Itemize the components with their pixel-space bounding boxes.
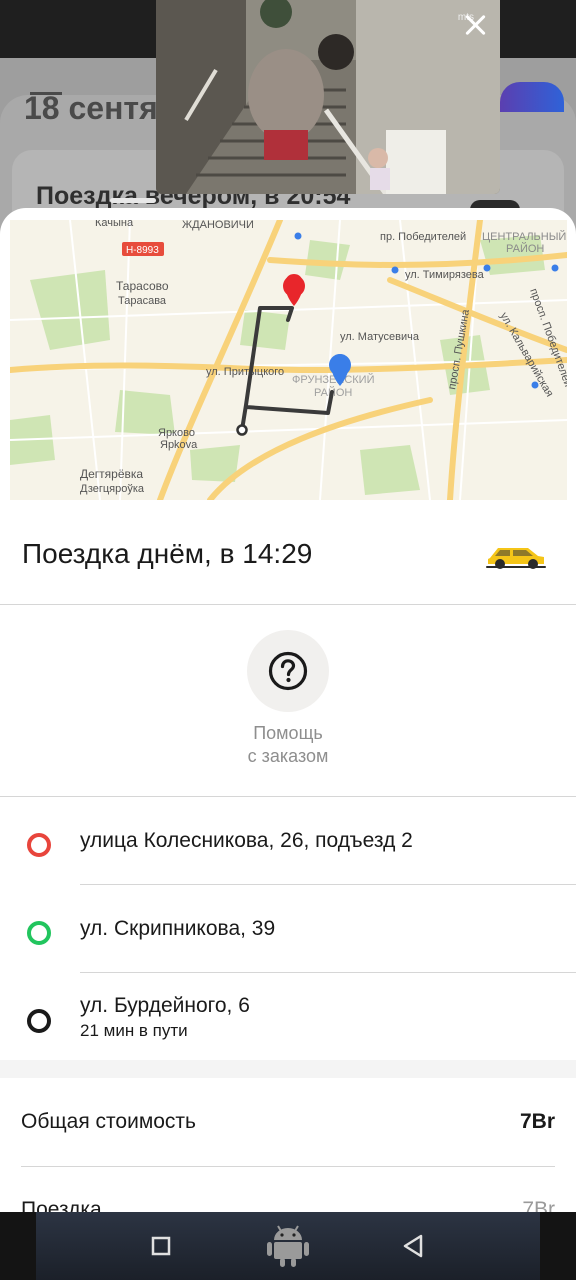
- map-label-tarasava: Тарасава: [118, 295, 167, 307]
- ride-cost-value: 7Br: [522, 1198, 555, 1212]
- map-label-pritytskogo: ул. Притыцкого: [206, 366, 284, 378]
- help-label-line-2: с заказом: [247, 746, 329, 766]
- help-label: Помощь с заказом: [188, 722, 388, 768]
- ride-details-sheet: Н-8993 Качына ЖДАНОВИЧИ Тарасово Тарасав…: [0, 208, 576, 1212]
- sheet-drag-handle[interactable]: [110, 198, 156, 203]
- map-label-yarkovo: Ярково: [158, 427, 195, 439]
- map-label-pr-pobediteley: пр. Победителей: [380, 231, 466, 243]
- start-point-icon: [27, 833, 51, 857]
- help-label-line-1: Помощь: [253, 723, 323, 743]
- map-label-matusevicha: ул. Матусевича: [340, 331, 420, 343]
- end-point-icon: [27, 1009, 51, 1033]
- route-point-end[interactable]: ул. Бурдейного, 6 21 мин в пути: [0, 972, 576, 1060]
- recents-icon[interactable]: [151, 1236, 171, 1256]
- end-address: ул. Бурдейного, 6: [80, 994, 250, 1017]
- divider: [21, 1166, 555, 1167]
- trip-duration: 21 мин в пути: [80, 1021, 188, 1040]
- close-icon[interactable]: [462, 12, 488, 38]
- map-canvas: Н-8993 Качына ЖДАНОВИЧИ Тарасово Тарасав…: [10, 220, 567, 500]
- total-cost-value: 7Br: [519, 1110, 555, 1133]
- total-cost-label: Общая стоимость: [21, 1110, 196, 1133]
- route-point-stop[interactable]: ул. Скрипникова, 39: [0, 884, 576, 972]
- map-label-dzegtsyaroyka: Дзегцяроўка: [80, 483, 145, 495]
- map-label-tarasovo: Тарасово: [116, 279, 169, 293]
- start-address: улица Колесникова, 26, подъезд 2: [80, 829, 413, 852]
- map-label-zhdanovichi: ЖДАНОВИЧИ: [182, 220, 254, 231]
- help-button[interactable]: [247, 630, 329, 712]
- pip-video-frame: [156, 0, 500, 194]
- map-label-yarkova: Ярkova: [160, 439, 198, 451]
- map-label-central-2: РАЙОН: [506, 242, 544, 255]
- ride-title: Поездка днём, в 14:29: [22, 538, 313, 569]
- pip-video[interactable]: mts: [156, 0, 500, 194]
- map-label-timiryazeva: ул. Тимирязева: [405, 269, 485, 281]
- section-gap: [0, 1060, 576, 1078]
- stop-point-icon: [27, 921, 51, 945]
- route-map[interactable]: Н-8993 Качына ЖДАНОВИЧИ Тарасово Тарасав…: [10, 220, 567, 500]
- android-home-icon[interactable]: [266, 1222, 310, 1268]
- map-label-degtyarevka: Дегтярёвка: [80, 467, 143, 481]
- question-icon: [268, 651, 308, 691]
- route-point-start[interactable]: улица Колесникова, 26, подъезд 2: [0, 796, 576, 884]
- map-label-central-1: ЦЕНТРАЛЬНЫЙ: [482, 230, 566, 243]
- background-accent: [500, 82, 564, 112]
- map-road-badge: Н-8993: [126, 245, 159, 256]
- ride-cost-label: Поездка: [21, 1198, 102, 1212]
- system-nav-bar: [0, 1212, 576, 1280]
- background-date-header: 18 сентя: [24, 90, 158, 126]
- map-label-kachina: Качына: [95, 220, 134, 229]
- stop-address: ул. Скрипникова, 39: [80, 917, 276, 940]
- taxi-icon: [486, 548, 546, 569]
- route-end-dot: [236, 424, 248, 436]
- back-icon[interactable]: [402, 1234, 424, 1258]
- divider: [0, 604, 576, 605]
